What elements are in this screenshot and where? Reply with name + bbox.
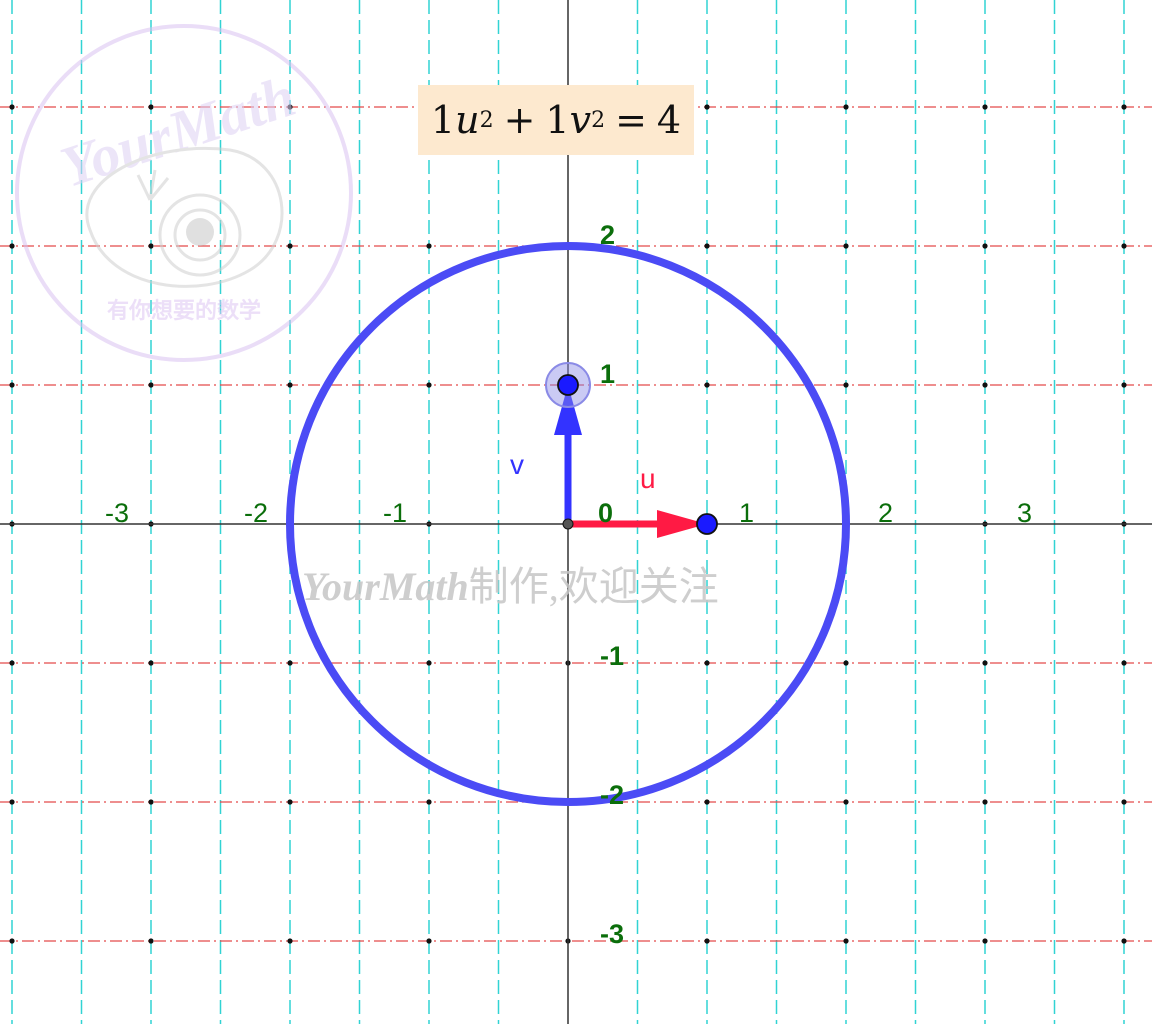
grid-dot bbox=[704, 799, 710, 805]
x-tick-label: 2 bbox=[878, 498, 893, 528]
grid-dot bbox=[704, 382, 710, 388]
grid-dot bbox=[843, 938, 849, 944]
grid-dot bbox=[148, 799, 154, 805]
point-origin[interactable] bbox=[562, 518, 574, 530]
grid-dot bbox=[287, 660, 293, 666]
grid-dot bbox=[1121, 660, 1127, 666]
x-tick-label: -1 bbox=[383, 498, 407, 528]
equation-coef-v: 1 bbox=[545, 98, 570, 142]
grid-dot bbox=[9, 382, 15, 388]
center-watermark-latin: YourMath bbox=[302, 564, 469, 609]
grid-dot bbox=[9, 938, 15, 944]
grid-dot bbox=[982, 243, 988, 249]
equation-var-u: u bbox=[455, 98, 480, 142]
grid-dot bbox=[148, 660, 154, 666]
x-tick-label: 0 bbox=[598, 498, 613, 528]
grid-dot bbox=[148, 382, 154, 388]
y-tick-label: 1 bbox=[600, 359, 615, 389]
y-tick-label: -2 bbox=[600, 780, 624, 810]
equation-var-v: v bbox=[569, 98, 592, 142]
point-u-tip[interactable] bbox=[696, 513, 718, 535]
grid-dot bbox=[982, 660, 988, 666]
grid-dot bbox=[426, 660, 432, 666]
equation-equals: = bbox=[615, 98, 647, 142]
grid-dot bbox=[843, 799, 849, 805]
equation-plus: + bbox=[503, 98, 536, 142]
y-tick-label: -1 bbox=[600, 641, 624, 671]
grid-dot bbox=[148, 938, 154, 944]
x-tick-label: 1 bbox=[739, 498, 754, 528]
x-tick-label: -3 bbox=[105, 498, 129, 528]
logo-title: YourMath bbox=[53, 63, 303, 200]
x-tick-label: -2 bbox=[244, 498, 268, 528]
grid-dot bbox=[843, 243, 849, 249]
grid-dot bbox=[426, 382, 432, 388]
grid-dot bbox=[704, 243, 710, 249]
y-tick-label: 2 bbox=[600, 220, 615, 250]
vector-v-label: v bbox=[510, 449, 524, 480]
grid-dot bbox=[426, 799, 432, 805]
grid-dot bbox=[9, 243, 15, 249]
grid-dot bbox=[843, 660, 849, 666]
grid-dot bbox=[1121, 382, 1127, 388]
equation-rhs: 4 bbox=[656, 98, 682, 142]
point-v-tip[interactable] bbox=[557, 374, 579, 396]
equation-exp-u: 2 bbox=[479, 107, 494, 133]
grid-dot bbox=[843, 104, 849, 110]
grid-dot bbox=[704, 104, 710, 110]
grid-dot bbox=[982, 938, 988, 944]
equation-coef-u: 1 bbox=[430, 98, 456, 142]
grid-dot bbox=[982, 799, 988, 805]
grid-dot bbox=[843, 382, 849, 388]
grid-dot bbox=[1121, 799, 1127, 805]
grid-dot bbox=[287, 243, 293, 249]
grid-dot bbox=[982, 382, 988, 388]
grid-dot bbox=[982, 104, 988, 110]
grid-dot bbox=[1121, 938, 1127, 944]
grid-dot bbox=[704, 938, 710, 944]
grid-dot bbox=[1121, 243, 1127, 249]
equation-label[interactable]: 1u2 + 1v2 = 4 bbox=[418, 85, 694, 155]
points bbox=[545, 362, 718, 535]
equation-exp-v: 2 bbox=[591, 107, 606, 133]
center-watermark: YourMath制作,欢迎关注 bbox=[302, 564, 719, 609]
grid-dot bbox=[426, 243, 432, 249]
tick-labels: -4-3-2-10123321-1-2-3 bbox=[105, 81, 1032, 949]
center-watermark-cjk: 制作,欢迎关注 bbox=[469, 564, 719, 609]
grid-dot bbox=[1121, 104, 1127, 110]
grid-dot bbox=[426, 938, 432, 944]
grid-dot bbox=[9, 104, 15, 110]
yourmath-logo-watermark: YourMath 有你想要的数学 bbox=[15, 24, 353, 362]
grid-dot bbox=[148, 243, 154, 249]
y-tick-label: -3 bbox=[600, 919, 624, 949]
grid-dot bbox=[287, 382, 293, 388]
logo-subtitle: 有你想要的数学 bbox=[107, 298, 261, 323]
grid-dot bbox=[704, 660, 710, 666]
grid-dot bbox=[9, 660, 15, 666]
grid-dot bbox=[9, 799, 15, 805]
x-tick-label: 3 bbox=[1017, 498, 1032, 528]
grid-dot bbox=[287, 799, 293, 805]
grid-dot bbox=[287, 938, 293, 944]
vector-u-label: u bbox=[640, 463, 656, 494]
